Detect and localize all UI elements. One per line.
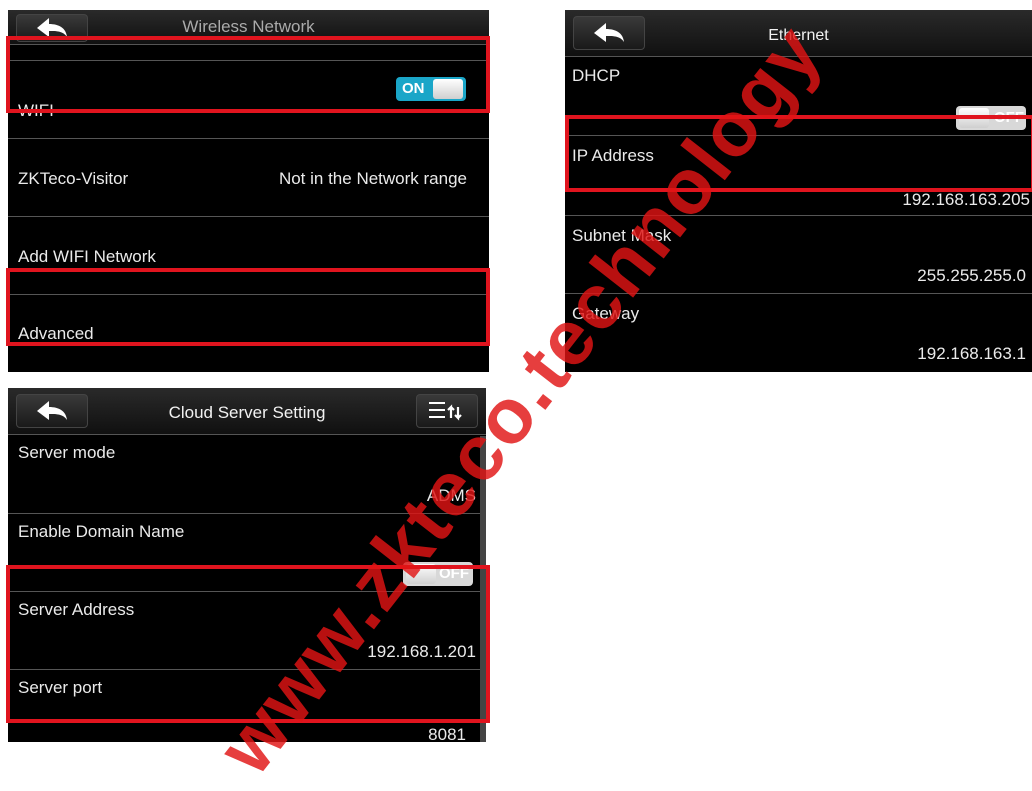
add-wifi-label: Add WIFI Network	[18, 247, 156, 266]
list-sort-icon	[429, 402, 462, 421]
toggle-knob	[433, 79, 463, 99]
server-mode-label: Server mode	[18, 443, 116, 462]
ip-address-row[interactable]: IP Address 192.168.163.205	[565, 135, 1032, 216]
enable-domain-name-row[interactable]: Enable Domain Name OFF	[8, 513, 480, 592]
server-address-value: 192.168.1.201	[367, 642, 476, 661]
toggle-state: OFF	[439, 565, 469, 582]
page-title: Wireless Network	[182, 17, 315, 36]
toggle-knob	[406, 564, 436, 584]
toggle-state: ON	[402, 80, 425, 97]
server-address-row[interactable]: Server Address 192.168.1.201	[8, 591, 480, 670]
gateway-label: Gateway	[572, 304, 640, 323]
page-title: Cloud Server Setting	[168, 403, 326, 422]
ip-address-value: 192.168.163.205	[902, 190, 1030, 209]
server-mode-row[interactable]: Server mode ADMS	[8, 436, 480, 513]
advanced-label: Advanced	[18, 324, 94, 343]
scrollbar[interactable]	[480, 436, 486, 742]
server-port-value: 8081	[428, 725, 466, 742]
wireless-header: Wireless Network	[8, 10, 489, 45]
add-wifi-network-row[interactable]: Add WIFI Network	[8, 216, 489, 295]
server-mode-value: ADMS	[426, 486, 476, 505]
server-port-row[interactable]: Server port 8081	[8, 669, 480, 742]
menu-button[interactable]	[416, 394, 478, 428]
page-title: Ethernet	[768, 27, 829, 44]
gateway-row[interactable]: Gateway 192.168.163.1	[565, 293, 1032, 372]
domain-name-toggle[interactable]: OFF	[403, 562, 473, 586]
ip-address-label: IP Address	[572, 146, 654, 165]
dhcp-toggle[interactable]: OFF	[956, 106, 1026, 130]
ethernet-header: Ethernet	[565, 10, 1032, 57]
toggle-state: OFF	[994, 109, 1024, 126]
network-name: ZKTeco-Visitor	[18, 169, 129, 188]
gateway-value: 192.168.163.1	[917, 344, 1026, 363]
cloud-server-panel: Cloud Server Setting Server mode ADMS En…	[8, 388, 486, 742]
subnet-mask-value: 255.255.255.0	[917, 266, 1026, 285]
dhcp-label: DHCP	[572, 66, 621, 85]
wireless-network-panel: Wireless Network WIFI ON ZKTeco-Visitor …	[8, 10, 489, 372]
server-address-label: Server Address	[18, 600, 135, 619]
wifi-toggle[interactable]: ON	[396, 77, 466, 101]
subnet-mask-label: Subnet Mask	[572, 226, 672, 245]
network-row-zkteco-visitor[interactable]: ZKTeco-Visitor Not in the Network range	[8, 138, 489, 217]
server-port-label: Server port	[18, 678, 103, 697]
ethernet-panel: Ethernet DHCP OFF IP Address 192.168.163…	[565, 10, 1032, 372]
cloud-header: Cloud Server Setting	[8, 388, 486, 435]
toggle-knob	[959, 108, 989, 128]
wifi-label: WIFI	[18, 101, 54, 120]
advanced-row[interactable]: Advanced	[8, 294, 489, 372]
subnet-mask-row[interactable]: Subnet Mask 255.255.255.0	[565, 215, 1032, 294]
dhcp-row[interactable]: DHCP OFF	[565, 56, 1032, 135]
enable-domain-name-label: Enable Domain Name	[18, 522, 185, 541]
wifi-row[interactable]: WIFI ON	[8, 60, 489, 139]
network-status: Not in the Network range	[278, 169, 467, 188]
